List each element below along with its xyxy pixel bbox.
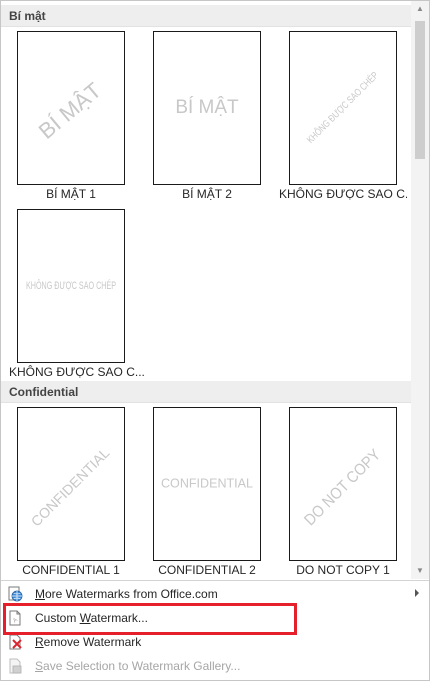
watermark-thumb-confidential-1[interactable]: CONFIDENTIAL CONFIDENTIAL 1 bbox=[7, 407, 147, 579]
watermark-thumb-bi-mat-2[interactable]: BÍ MẬT BÍ MẬT 2 bbox=[143, 31, 283, 221]
thumb-label: BÍ MẬT 2 bbox=[182, 187, 232, 201]
menu-separator bbox=[1, 580, 429, 581]
watermark-gallery: Bí mật BÍ MẬT BÍ MẬT 1 BÍ MẬT BÍ MẬT 2 K bbox=[1, 1, 411, 579]
remove-watermark-icon bbox=[9, 634, 22, 650]
section-header-confidential: Confidential bbox=[1, 381, 411, 403]
watermark-text: CONFIDENTIAL bbox=[28, 445, 113, 530]
thumb-label: KHÔNG ĐƯỢC SAO C... bbox=[9, 365, 145, 379]
scroll-down-icon[interactable]: ▼ bbox=[411, 563, 429, 579]
watermark-page-preview: CONFIDENTIAL bbox=[17, 407, 125, 561]
watermark-thumb-khong-duoc-sao-chep-1[interactable]: KHÔNG ĐƯỢC SAO CHÉP KHÔNG ĐƯỢC SAO C... bbox=[279, 31, 411, 221]
highlight-annotation bbox=[3, 603, 297, 635]
section-header-bi-mat: Bí mật bbox=[1, 5, 411, 27]
watermark-text: KHÔNG ĐƯỢC SAO CHÉP bbox=[26, 279, 116, 292]
watermark-page-preview: KHÔNG ĐƯỢC SAO CHÉP bbox=[289, 31, 397, 185]
watermark-page-preview: BÍ MẬT bbox=[153, 31, 261, 185]
watermark-thumb-bi-mat-1[interactable]: BÍ MẬT BÍ MẬT 1 bbox=[7, 31, 147, 221]
menu-item-label: Save Selection to Watermark Gallery... bbox=[35, 659, 241, 673]
watermark-page-preview: KHÔNG ĐƯỢC SAO CHÉP bbox=[17, 209, 125, 363]
globe-watermark-icon bbox=[8, 586, 23, 602]
scrollbar-thumb[interactable] bbox=[415, 21, 425, 159]
watermark-thumb-confidential-2[interactable]: CONFIDENTIAL CONFIDENTIAL 2 bbox=[143, 407, 283, 579]
watermark-text: KHÔNG ĐƯỢC SAO CHÉP bbox=[304, 69, 381, 146]
thumb-label: KHÔNG ĐƯỢC SAO C... bbox=[279, 187, 407, 201]
save-selection-menu-item: Save Selection to Watermark Gallery... bbox=[1, 654, 429, 678]
watermark-dropdown-panel: Bí mật BÍ MẬT BÍ MẬT 1 BÍ MẬT BÍ MẬT 2 K bbox=[0, 0, 430, 681]
watermark-text: CONFIDENTIAL bbox=[161, 475, 253, 490]
watermark-text: BÍ MẬT bbox=[34, 78, 106, 144]
watermark-thumb-do-not-copy-1[interactable]: DO NOT COPY DO NOT COPY 1 bbox=[279, 407, 411, 579]
watermark-page-preview: BÍ MẬT bbox=[17, 31, 125, 185]
submenu-arrow-icon bbox=[415, 589, 419, 597]
thumb-label: CONFIDENTIAL 2 bbox=[158, 563, 256, 577]
menu-item-label: More Watermarks from Office.com bbox=[35, 587, 218, 601]
thumb-label: BÍ MẬT 1 bbox=[46, 187, 96, 201]
menu-item-label: Remove Watermark bbox=[35, 635, 142, 649]
section-title: Bí mật bbox=[9, 9, 46, 23]
watermark-text: BÍ MẬT bbox=[175, 96, 239, 118]
watermark-page-preview: CONFIDENTIAL bbox=[153, 407, 261, 561]
watermark-page-preview: DO NOT COPY bbox=[289, 407, 397, 561]
watermark-text: DO NOT COPY bbox=[301, 446, 384, 529]
gallery-scrollbar[interactable]: ▲ ▼ bbox=[411, 1, 429, 579]
watermark-thumb-khong-duoc-sao-chep-2[interactable]: KHÔNG ĐƯỢC SAO CHÉP KHÔNG ĐƯỢC SAO C... bbox=[7, 209, 147, 399]
thumb-label: DO NOT COPY 1 bbox=[296, 563, 390, 577]
section-title: Confidential bbox=[9, 385, 79, 399]
thumb-label: CONFIDENTIAL 1 bbox=[22, 563, 120, 577]
scroll-up-icon[interactable]: ▲ bbox=[411, 1, 429, 17]
save-watermark-icon bbox=[9, 658, 22, 674]
